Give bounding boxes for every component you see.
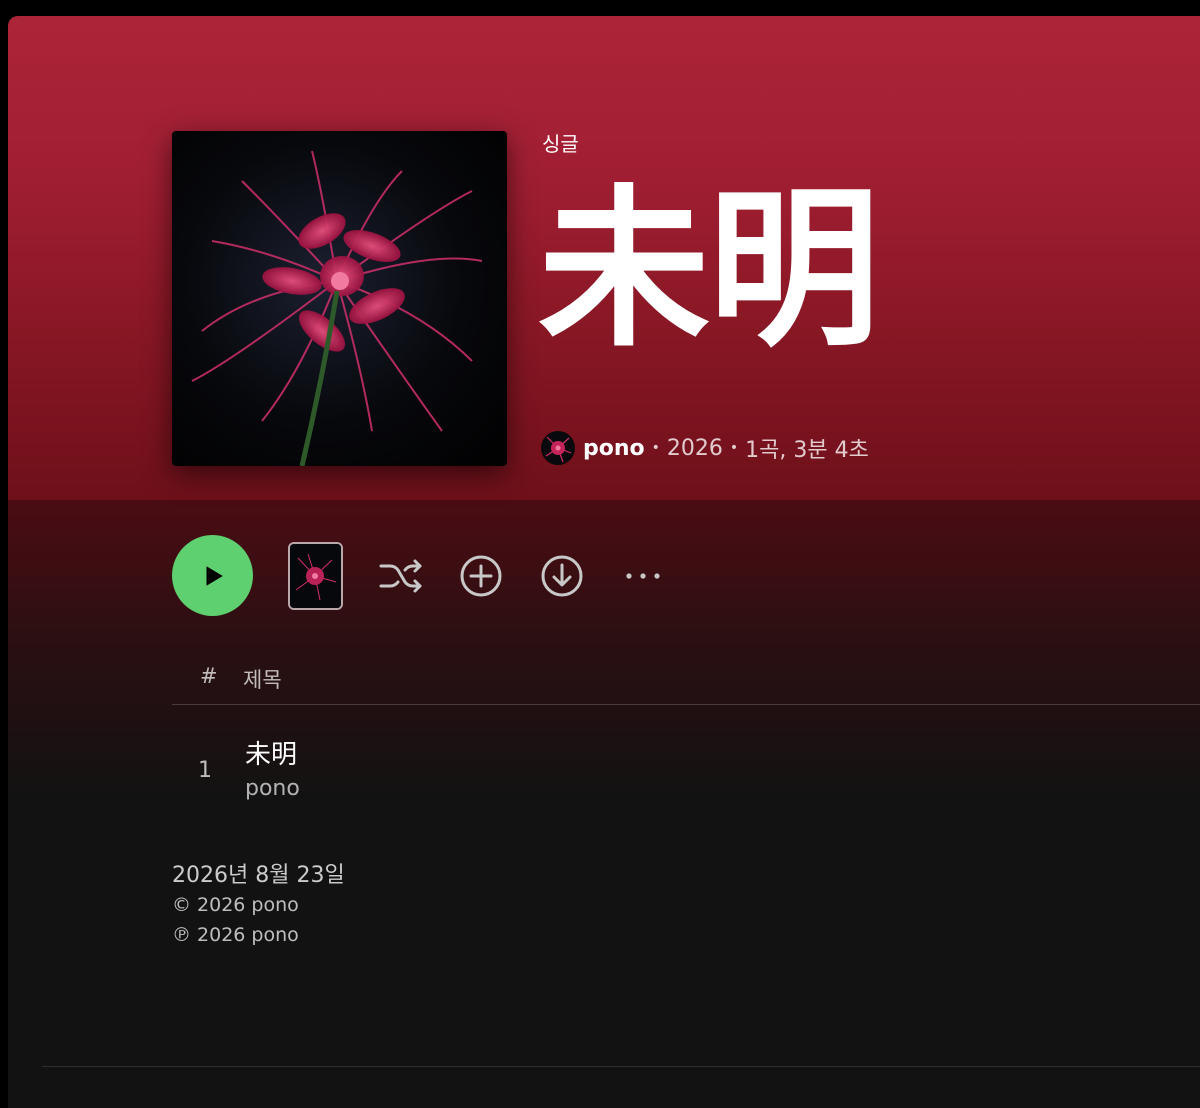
- track-number: 1: [198, 758, 212, 783]
- play-button[interactable]: [172, 535, 253, 616]
- play-icon: [206, 565, 223, 586]
- add-to-library-button[interactable]: [458, 553, 504, 599]
- track-row[interactable]: 1 未明 pono: [172, 728, 1200, 812]
- track-number-column-header: #: [200, 664, 218, 688]
- tracklist-header: # 제목: [172, 656, 1200, 705]
- copyright-line: © 2026 pono: [172, 894, 299, 916]
- album-page: 싱글 未明 pono • 2026 • 1곡, 3분 4초 # 제목 1 未明 …: [8, 16, 1200, 1108]
- track-artist-link[interactable]: pono: [245, 776, 300, 801]
- separator-dot: •: [651, 440, 660, 456]
- track-title: 未明: [245, 740, 298, 770]
- phonographic-copyright-line: ℗ 2026 pono: [172, 924, 299, 946]
- release-year: 2026: [666, 435, 723, 461]
- shuffle-button[interactable]: [378, 553, 424, 599]
- album-type-label: 싱글: [542, 132, 579, 156]
- footer-divider: [42, 1066, 1200, 1067]
- more-options-button[interactable]: [620, 553, 666, 599]
- plus-circle-icon: [460, 555, 502, 597]
- album-title: 未明: [538, 169, 880, 370]
- track-summary: 1곡, 3분 4초: [745, 438, 869, 463]
- album-meta: pono • 2026 • 1곡, 3분 4초: [541, 430, 869, 466]
- album-cover-art[interactable]: [172, 131, 507, 466]
- more-horizontal-icon: [626, 573, 660, 579]
- title-column-header[interactable]: 제목: [243, 664, 282, 694]
- separator-dot: •: [729, 440, 739, 456]
- download-button[interactable]: [539, 553, 585, 599]
- shuffle-icon: [379, 559, 422, 593]
- download-circle-icon: [541, 555, 583, 597]
- canvas-preview-thumbnail[interactable]: [288, 542, 343, 610]
- release-date: 2026년 8월 23일: [172, 863, 345, 888]
- artist-avatar[interactable]: [541, 431, 575, 465]
- artist-link[interactable]: pono: [583, 436, 645, 461]
